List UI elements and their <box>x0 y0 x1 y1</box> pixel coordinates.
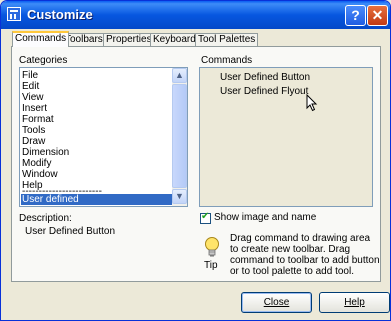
categories-scrollbar[interactable]: ▲ ▼ <box>172 68 187 206</box>
title-help-button[interactable]: ? <box>345 5 366 26</box>
list-item-selected[interactable]: User defined <box>21 194 174 205</box>
list-item[interactable]: File <box>22 70 38 81</box>
lightbulb-icon <box>205 237 219 257</box>
close-button[interactable]: Close <box>241 292 312 313</box>
close-button-label: Close <box>263 297 290 308</box>
title-bar[interactable]: Customize ? ✕ <box>1 1 390 29</box>
list-item[interactable]: View <box>22 92 44 103</box>
help-button[interactable]: Help <box>319 292 390 313</box>
command-item[interactable]: User Defined Flyout <box>220 86 308 97</box>
tab-properties[interactable]: Properties <box>103 33 155 46</box>
title-close-button[interactable]: ✕ <box>367 5 388 26</box>
categories-listbox[interactable]: File Edit View Insert Format Tools Draw … <box>19 67 188 207</box>
show-image-checkbox[interactable] <box>200 211 211 224</box>
tab-keyboard[interactable]: Keyboard <box>150 33 199 46</box>
list-item[interactable]: Insert <box>22 103 47 114</box>
scroll-thumb[interactable] <box>172 84 187 188</box>
commands-listbox[interactable]: User Defined Button User Defined Flyout <box>199 67 373 207</box>
list-item[interactable]: Format <box>22 114 54 125</box>
list-item[interactable]: Draw <box>22 136 45 147</box>
command-item[interactable]: User Defined Button <box>220 72 310 83</box>
app-icon <box>7 7 21 21</box>
description-label: Description: <box>19 213 72 224</box>
mouse-pointer-icon <box>306 94 318 112</box>
description-text: User Defined Button <box>25 226 116 237</box>
list-item[interactable]: Tools <box>22 125 45 136</box>
tab-tool-palettes[interactable]: Tool Palettes <box>195 33 259 46</box>
show-image-label[interactable]: Show image and name <box>214 212 316 223</box>
list-item[interactable]: Window <box>22 169 58 180</box>
list-item[interactable]: Dimension <box>22 147 69 158</box>
tip-label: Tip <box>204 260 218 271</box>
tab-commands[interactable]: Commands <box>12 31 70 47</box>
tip-text: Drag command to drawing area to create n… <box>230 233 380 277</box>
help-button-label: Help <box>344 297 365 308</box>
categories-label: Categories <box>19 55 68 66</box>
list-item[interactable]: Modify <box>22 158 51 169</box>
scroll-down-icon[interactable]: ▼ <box>172 189 187 204</box>
window-title: Customize <box>27 7 93 22</box>
scroll-up-icon[interactable]: ▲ <box>172 68 187 83</box>
list-item[interactable]: Edit <box>22 81 39 92</box>
commands-label: Commands <box>201 55 253 66</box>
customize-dialog: Customize ? ✕ Commands Toolbars Properti… <box>0 0 391 321</box>
